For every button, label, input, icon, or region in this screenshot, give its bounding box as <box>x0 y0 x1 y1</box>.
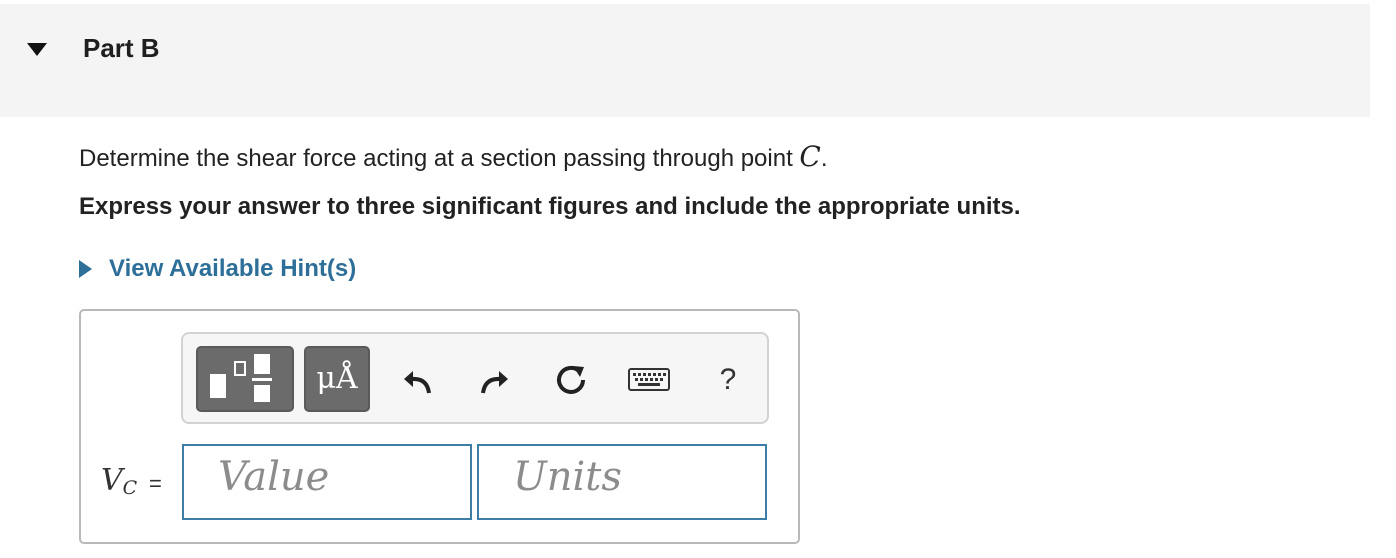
units-icon: μÅ <box>316 361 358 396</box>
undo-button[interactable] <box>398 360 438 400</box>
caret-right-icon <box>79 260 92 278</box>
units-placeholder: Units <box>513 454 622 500</box>
answer-variable: V <box>101 463 123 498</box>
answer-variable-subscript: C <box>122 477 138 499</box>
units-input[interactable]: Units <box>477 444 767 520</box>
answer-box: μÅ ? VC = Value Units <box>79 309 800 544</box>
keyboard-button[interactable] <box>627 360 671 400</box>
templates-button[interactable] <box>196 346 294 412</box>
question-variable: C <box>799 140 821 173</box>
reset-icon <box>557 365 585 394</box>
redo-icon <box>481 371 508 394</box>
value-placeholder: Value <box>218 454 330 500</box>
equals-sign: = <box>149 471 162 496</box>
part-header <box>0 4 1370 117</box>
question-text: Determine the shear force acting at a se… <box>79 140 828 173</box>
keyboard-icon <box>628 368 670 391</box>
units-button[interactable]: μÅ <box>304 346 370 412</box>
collapse-triangle-icon[interactable] <box>27 43 47 57</box>
undo-icon <box>404 371 431 394</box>
value-input[interactable]: Value <box>182 444 472 520</box>
question-suffix: . <box>820 145 828 172</box>
redo-button[interactable] <box>474 360 514 400</box>
help-icon: ? <box>719 363 737 396</box>
view-hints-label: View Available Hint(s) <box>109 255 357 282</box>
help-button[interactable]: ? <box>708 360 748 400</box>
templates-icon <box>210 354 272 402</box>
answer-variable-label: VC <box>101 463 137 499</box>
question-body: Determine the shear force acting at a se… <box>79 145 800 172</box>
view-hints-link[interactable]: View Available Hint(s) <box>79 254 356 284</box>
reset-button[interactable] <box>551 360 591 400</box>
part-title: Part B <box>83 33 160 63</box>
math-toolbar: μÅ ? <box>181 332 769 424</box>
answer-instruction: Express your answer to three significant… <box>79 193 1021 220</box>
